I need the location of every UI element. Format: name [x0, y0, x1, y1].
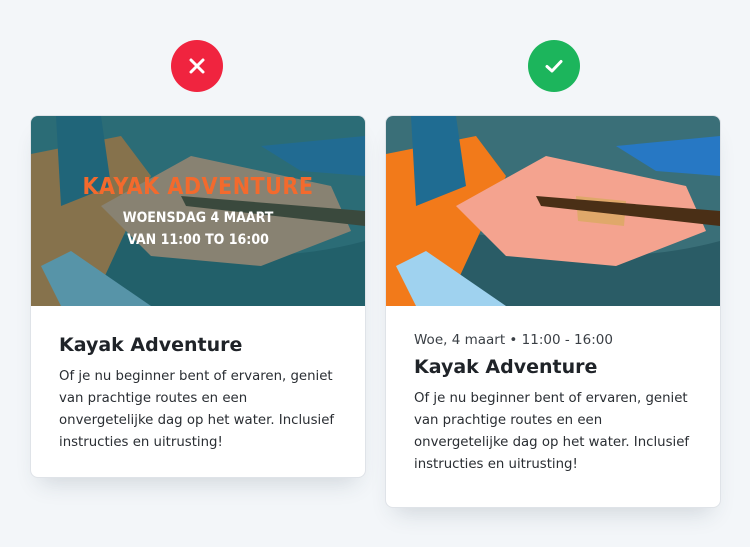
event-title: Kayak Adventure	[414, 356, 598, 378]
event-card-good[interactable]: Woe, 4 maart • 11:00 - 16:00 Kayak Adven…	[385, 115, 721, 508]
close-icon	[189, 58, 205, 74]
bad-example-badge	[171, 40, 223, 92]
good-example-badge	[528, 40, 580, 92]
event-photo: KAYAK ADVENTURE WOENSDAG 4 MAART VAN 11:…	[31, 116, 365, 306]
overlay-date: WOENSDAG 4 MAART	[122, 210, 274, 226]
event-description: Of je nu beginner bent of ervaren, genie…	[59, 369, 335, 450]
overlay-title: KAYAK ADVENTURE	[82, 174, 314, 200]
event-photo	[386, 116, 720, 306]
event-date-time: Woe, 4 maart • 11:00 - 16:00	[414, 332, 613, 348]
event-description: Of je nu beginner bent of ervaren, genie…	[414, 391, 690, 472]
event-card-bad[interactable]: KAYAK ADVENTURE WOENSDAG 4 MAART VAN 11:…	[30, 115, 366, 478]
event-title: Kayak Adventure	[59, 334, 243, 356]
checkmark-icon	[545, 60, 563, 73]
overlay-time: VAN 11:00 TO 16:00	[127, 232, 269, 248]
